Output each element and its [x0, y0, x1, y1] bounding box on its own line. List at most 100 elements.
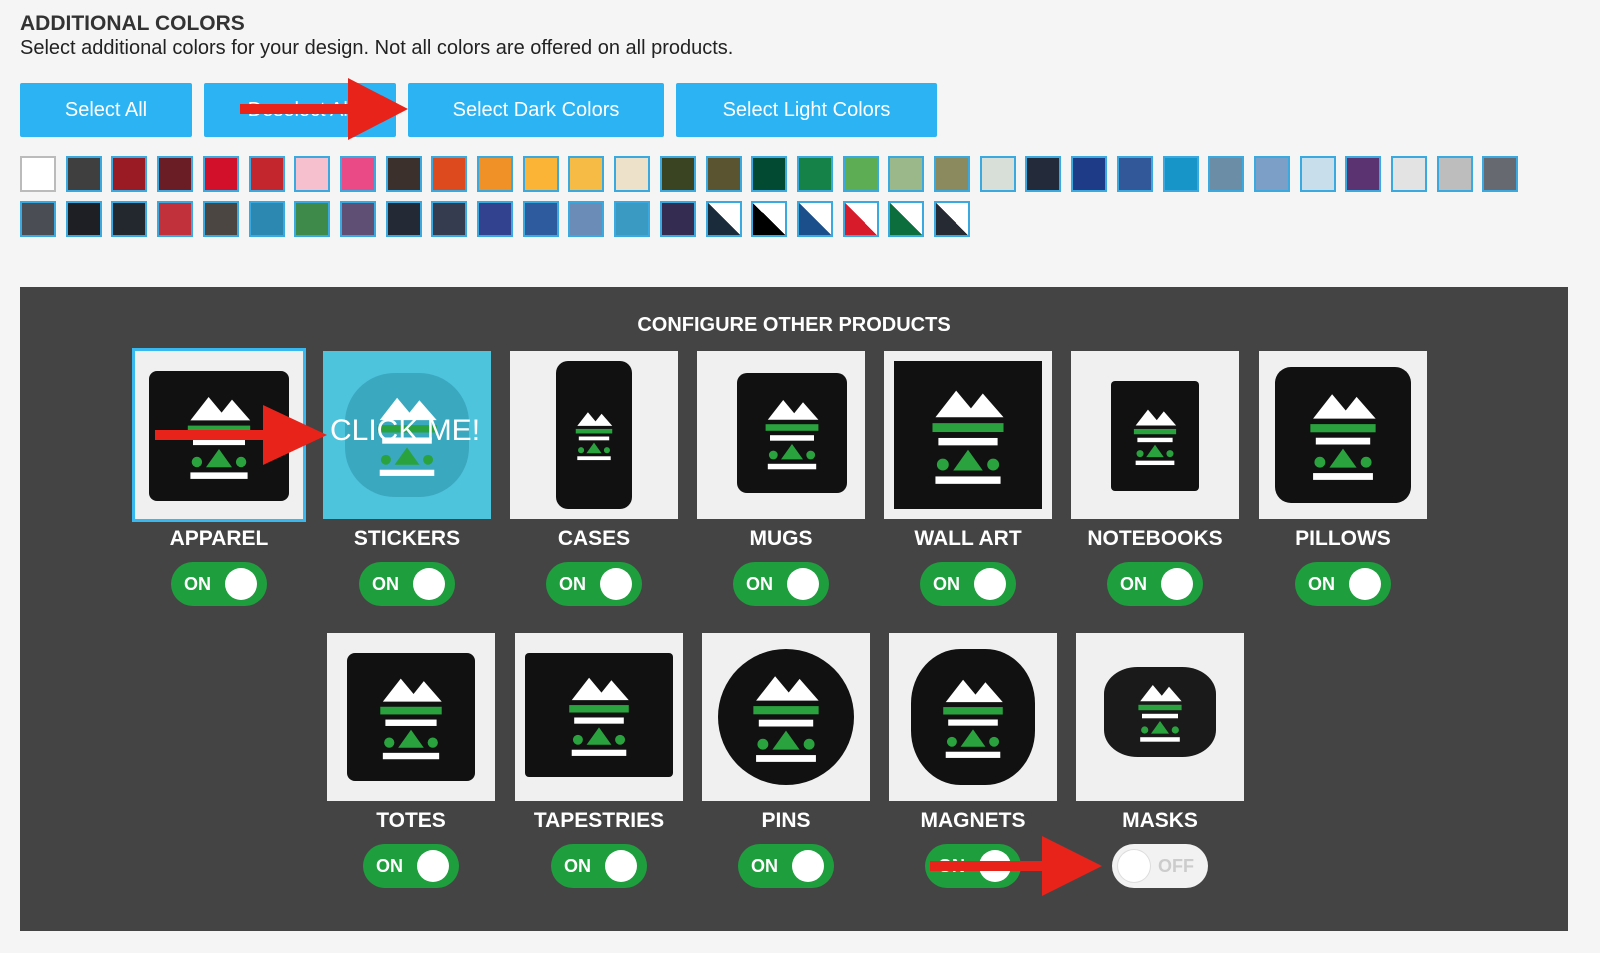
color-swatch[interactable]	[20, 201, 56, 237]
select-light-colors-button[interactable]: Select Light Colors	[676, 83, 937, 137]
toggle-knob	[792, 850, 824, 882]
color-swatch[interactable]	[934, 201, 970, 237]
product-label: TAPESTRIES	[533, 809, 665, 832]
color-swatch[interactable]	[659, 156, 696, 192]
select-all-button[interactable]: Select All	[20, 83, 192, 137]
color-swatch[interactable]	[431, 201, 468, 237]
color-swatch[interactable]	[111, 156, 148, 192]
color-swatch[interactable]	[248, 156, 285, 192]
panel-title: CONFIGURE OTHER PRODUCTS	[637, 314, 951, 336]
color-swatch[interactable]	[431, 156, 468, 192]
mountain-design-icon	[569, 677, 629, 756]
color-swatch[interactable]	[751, 201, 788, 237]
color-swatch[interactable]	[111, 201, 148, 237]
color-swatch[interactable]	[796, 201, 833, 237]
color-swatch[interactable]	[614, 156, 651, 192]
color-swatch[interactable]	[202, 201, 239, 237]
toggle-knob	[225, 568, 257, 600]
product-label: CASES	[557, 527, 631, 550]
product-thumbnail-tapestries[interactable]	[515, 633, 683, 801]
product-toggle-stickers[interactable]: ON	[359, 562, 455, 606]
color-swatch[interactable]	[65, 201, 102, 237]
color-swatch[interactable]	[157, 156, 194, 192]
color-swatch[interactable]	[339, 156, 376, 192]
color-swatch[interactable]	[339, 201, 376, 237]
color-swatch[interactable]	[522, 201, 559, 237]
color-swatch[interactable]	[568, 201, 605, 237]
color-swatch[interactable]	[157, 201, 194, 237]
color-swatch[interactable]	[1162, 156, 1199, 192]
product-thumbnail-wall-art[interactable]	[884, 351, 1052, 519]
product-toggle-totes[interactable]: ON	[363, 844, 459, 888]
color-swatch[interactable]	[979, 156, 1016, 192]
color-swatch[interactable]	[659, 201, 696, 237]
toggle-knob	[974, 568, 1006, 600]
color-swatch[interactable]	[477, 201, 513, 237]
color-swatch[interactable]	[842, 201, 879, 237]
color-swatch[interactable]	[796, 156, 833, 192]
toggle-state-label: ON	[751, 856, 778, 876]
product-thumbnail-cases[interactable]	[510, 351, 678, 519]
color-swatch[interactable]	[934, 156, 970, 192]
color-swatch[interactable]	[1025, 156, 1062, 192]
product-label: APPAREL	[169, 527, 269, 550]
toggle-knob	[1118, 850, 1150, 882]
color-swatch[interactable]	[294, 201, 331, 237]
product-thumbnail-masks[interactable]	[1076, 633, 1244, 801]
color-swatch[interactable]	[1345, 156, 1382, 192]
toggle-state-label: ON	[184, 574, 211, 594]
color-swatch[interactable]	[705, 156, 742, 192]
color-swatch[interactable]	[1253, 156, 1290, 192]
product-thumbnail-notebooks[interactable]	[1071, 351, 1239, 519]
color-swatch[interactable]	[65, 156, 102, 192]
color-swatch[interactable]	[568, 156, 605, 192]
product-image	[894, 361, 1042, 509]
product-toggle-notebooks[interactable]: ON	[1107, 562, 1203, 606]
product-thumbnail-totes[interactable]	[327, 633, 495, 801]
toggle-knob	[1161, 568, 1193, 600]
product-thumbnail-pins[interactable]	[702, 633, 870, 801]
color-swatch[interactable]	[842, 156, 879, 192]
color-swatch[interactable]	[248, 201, 285, 237]
color-swatch[interactable]	[705, 201, 742, 237]
section-title: ADDITIONAL COLORS	[20, 12, 245, 35]
product-thumbnail-pillows[interactable]	[1259, 351, 1427, 519]
click-me-label: CLICK ME!	[330, 414, 481, 447]
product-image	[347, 653, 475, 781]
color-swatch[interactable]	[294, 156, 331, 192]
color-swatch[interactable]	[1482, 156, 1519, 192]
mountain-design-icon	[1133, 409, 1177, 466]
product-toggle-apparel[interactable]: ON	[171, 562, 267, 606]
product-toggle-wall-art[interactable]: ON	[920, 562, 1016, 606]
color-swatch[interactable]	[477, 156, 513, 192]
product-label: MASKS	[1122, 809, 1198, 832]
color-swatch[interactable]	[385, 201, 422, 237]
color-swatch[interactable]	[1391, 156, 1427, 192]
color-swatch[interactable]	[1116, 156, 1153, 192]
color-swatch[interactable]	[522, 156, 559, 192]
product-toggle-mugs[interactable]: ON	[733, 562, 829, 606]
color-swatch[interactable]	[202, 156, 239, 192]
toggle-state-label: ON	[564, 856, 591, 876]
product-toggle-tapestries[interactable]: ON	[551, 844, 647, 888]
product-image	[556, 361, 632, 509]
product-toggle-masks[interactable]: OFF	[1112, 844, 1208, 888]
color-swatch[interactable]	[20, 156, 56, 192]
product-label: PILLOWS	[1295, 527, 1391, 550]
color-swatch[interactable]	[888, 201, 925, 237]
product-thumbnail-mugs[interactable]	[697, 351, 865, 519]
mountain-design-icon	[943, 679, 1003, 758]
color-swatch[interactable]	[888, 156, 925, 192]
color-swatch[interactable]	[1208, 156, 1245, 192]
select-dark-colors-button[interactable]: Select Dark Colors	[408, 83, 664, 137]
product-thumbnail-magnets[interactable]	[889, 633, 1057, 801]
product-toggle-pins[interactable]: ON	[738, 844, 834, 888]
color-swatch[interactable]	[385, 156, 422, 192]
color-swatch[interactable]	[1071, 156, 1108, 192]
color-swatch[interactable]	[1299, 156, 1336, 192]
color-swatch[interactable]	[751, 156, 788, 192]
product-toggle-pillows[interactable]: ON	[1295, 562, 1391, 606]
color-swatch[interactable]	[614, 201, 651, 237]
product-toggle-cases[interactable]: ON	[546, 562, 642, 606]
color-swatch[interactable]	[1436, 156, 1473, 192]
